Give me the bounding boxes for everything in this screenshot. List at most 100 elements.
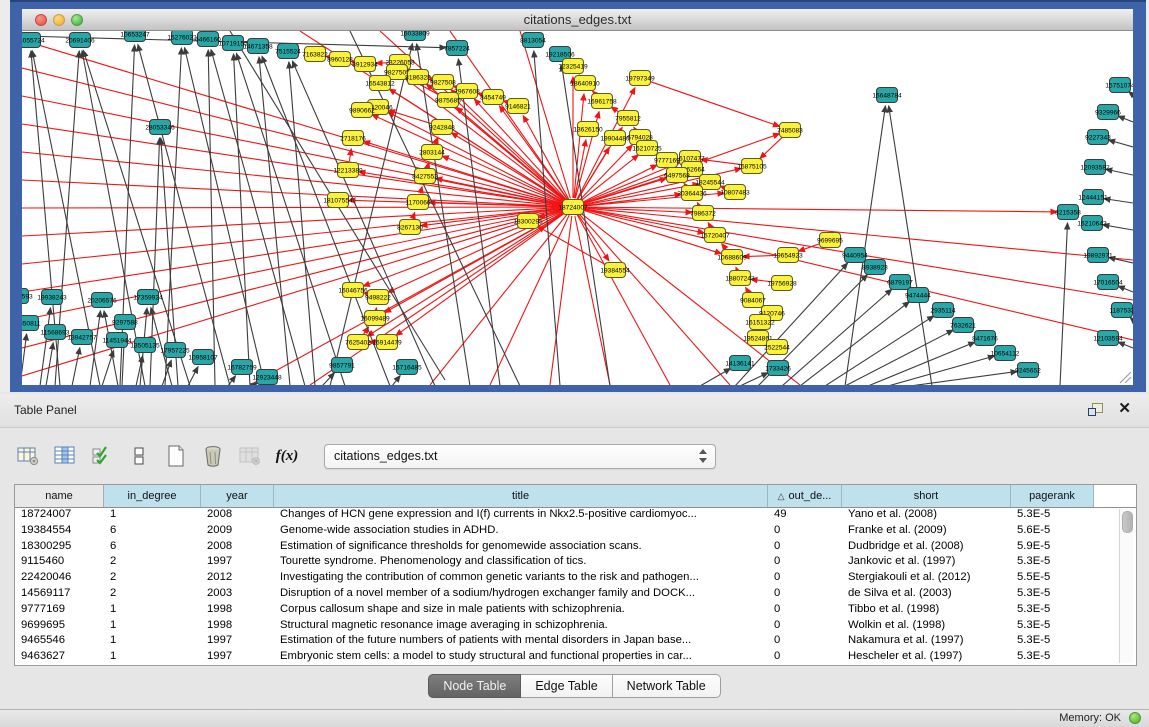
graph-node[interactable]: 11451944: [103, 333, 132, 348]
graph-node[interactable]: 15276022: [167, 31, 197, 45]
table-cell[interactable]: Corpus callosum shape and size in male p…: [274, 602, 768, 618]
tab-network-table[interactable]: Network Table: [613, 674, 721, 698]
graph-node[interactable]: 16648784: [872, 88, 902, 103]
graph-node[interactable]: 8215358: [1055, 205, 1081, 220]
tab-edge-table[interactable]: Edge Table: [521, 674, 612, 698]
graph-edge[interactable]: [889, 106, 932, 385]
graph-node[interactable]: 8960128: [327, 52, 353, 67]
column-header-title[interactable]: title: [274, 485, 768, 507]
table-cell[interactable]: 1: [104, 618, 201, 634]
graph-node[interactable]: 8186328: [405, 70, 431, 85]
graph-edge[interactable]: [259, 57, 290, 385]
table-cell[interactable]: Stergiakouli et al. (2012): [842, 570, 1011, 586]
graph-node[interactable]: 7485083: [777, 123, 803, 138]
graph-node[interactable]: 8267130: [397, 220, 423, 235]
table-cell[interactable]: 49: [768, 507, 842, 523]
table-cell[interactable]: 0: [768, 618, 842, 634]
graph-edge[interactable]: [845, 106, 885, 385]
graph-edge[interactable]: [1060, 223, 1067, 385]
graph-node-hub[interactable]: 18724007: [558, 200, 588, 215]
graph-node[interactable]: 12325419: [558, 59, 588, 74]
graph-node[interactable]: 12444151: [1078, 190, 1108, 205]
table-cell[interactable]: 2012: [201, 570, 274, 586]
graph-node[interactable]: 19384554: [600, 263, 630, 278]
graph-node[interactable]: 9875685: [435, 93, 461, 108]
graph-edge[interactable]: [577, 215, 670, 385]
graph-node[interactable]: 9498222: [365, 290, 391, 305]
graph-edge[interactable]: [562, 65, 610, 385]
table-scrollbar[interactable]: [1119, 509, 1133, 663]
graph-node[interactable]: 9890662: [349, 103, 375, 118]
graph-node[interactable]: 10807483: [720, 185, 750, 200]
table-cell[interactable]: de Silva et al. (2003): [842, 586, 1011, 602]
table-cell[interactable]: 5.3E-5: [1011, 554, 1094, 570]
graph-node[interactable]: 15875105: [737, 159, 767, 174]
show-column-icon[interactable]: [51, 442, 79, 470]
graph-edge[interactable]: [322, 373, 334, 385]
table-cell[interactable]: 0: [768, 554, 842, 570]
graph-node[interactable]: 1733426: [765, 361, 791, 376]
graph-node[interactable]: 19797349: [625, 71, 655, 86]
float-panel-icon[interactable]: [1088, 403, 1103, 417]
graph-node[interactable]: 17359924: [133, 290, 163, 305]
graph-node[interactable]: 9297588: [112, 315, 138, 330]
graph-edge[interactable]: [72, 348, 80, 385]
graph-edge[interactable]: [490, 215, 569, 385]
table-cell[interactable]: Franke et al. (2009): [842, 523, 1011, 539]
graph-node[interactable]: 12093582: [1080, 160, 1110, 175]
graph-node[interactable]: 9440954: [842, 248, 868, 263]
graph-edge[interactable]: [451, 133, 565, 203]
graph-node[interactable]: 16782759: [227, 360, 257, 375]
table-cell[interactable]: 14569117: [15, 586, 104, 602]
graph-edge[interactable]: [1120, 372, 1131, 383]
graph-edge[interactable]: [22, 207, 564, 236]
table-cell[interactable]: Investigating the contribution of common…: [274, 570, 768, 586]
table-cell[interactable]: 1997: [201, 633, 274, 649]
graph-node[interactable]: 2803144: [419, 145, 445, 160]
graph-node[interactable]: 7857224: [444, 41, 470, 56]
table-cell[interactable]: 5.3E-5: [1011, 618, 1094, 634]
table-cell[interactable]: 1: [104, 633, 201, 649]
network-canvas[interactable]: 1872400714055724206914061065324715276022…: [22, 31, 1133, 385]
table-cell[interactable]: 9115460: [15, 554, 104, 570]
graph-edge[interactable]: [435, 137, 438, 143]
graph-node[interactable]: 16033809: [400, 31, 430, 41]
column-header-year[interactable]: year: [201, 485, 274, 507]
graph-edge[interactable]: [800, 302, 909, 385]
graph-node[interactable]: 1350811: [22, 316, 41, 331]
graph-node[interactable]: 7163822: [302, 47, 328, 62]
graph-node[interactable]: 9242848: [429, 120, 455, 135]
table-cell[interactable]: 6: [104, 523, 201, 539]
graph-node[interactable]: 18107554: [323, 193, 353, 208]
table-cell[interactable]: Embryonic stem cells: a model to study s…: [274, 649, 768, 665]
graph-edge[interactable]: [1104, 199, 1133, 203]
column-header-out_de[interactable]: △out_de...: [768, 485, 842, 507]
graph-node[interactable]: 9777169: [654, 153, 680, 168]
graph-node[interactable]: 8938923: [862, 260, 888, 275]
table-cell[interactable]: 6: [104, 539, 201, 555]
graph-node[interactable]: 12213389: [333, 163, 363, 178]
table-cell[interactable]: Tibbo et al. (1998): [842, 602, 1011, 618]
graph-edge[interactable]: [888, 356, 994, 385]
table-row[interactable]: 946554611997Estimation of the future num…: [15, 633, 1136, 649]
table-row[interactable]: 1456911722003Disruption of a novel membe…: [15, 586, 1136, 602]
table-row[interactable]: 2242004622012Investigating the contribut…: [15, 570, 1136, 586]
graph-node[interactable]: 10654112: [991, 346, 1020, 361]
graph-edge[interactable]: [1118, 286, 1133, 292]
table-cell[interactable]: 0: [768, 570, 842, 586]
table-cell[interactable]: 1997: [201, 649, 274, 665]
graph-node[interactable]: 14055724: [22, 33, 45, 48]
table-row[interactable]: 1872400712008Changes of HCN gene express…: [15, 507, 1136, 523]
table-cell[interactable]: Genome-wide association studies in ADHD.: [274, 523, 768, 539]
graph-node[interactable]: 16099489: [360, 311, 390, 326]
table-cell[interactable]: 9777169: [15, 602, 104, 618]
graph-node[interactable]: 9699695: [817, 233, 843, 248]
graph-edge[interactable]: [188, 367, 198, 385]
table-cell[interactable]: 2: [104, 570, 201, 586]
graph-node[interactable]: 17016504: [1093, 275, 1123, 290]
graph-node[interactable]: 8427552: [412, 169, 438, 184]
graph-node[interactable]: 9227343: [1085, 130, 1111, 145]
graph-edge[interactable]: [392, 376, 400, 385]
node-table[interactable]: namein_degreeyeartitle△out_de...shortpag…: [14, 484, 1137, 666]
new-document-icon[interactable]: [162, 442, 190, 470]
